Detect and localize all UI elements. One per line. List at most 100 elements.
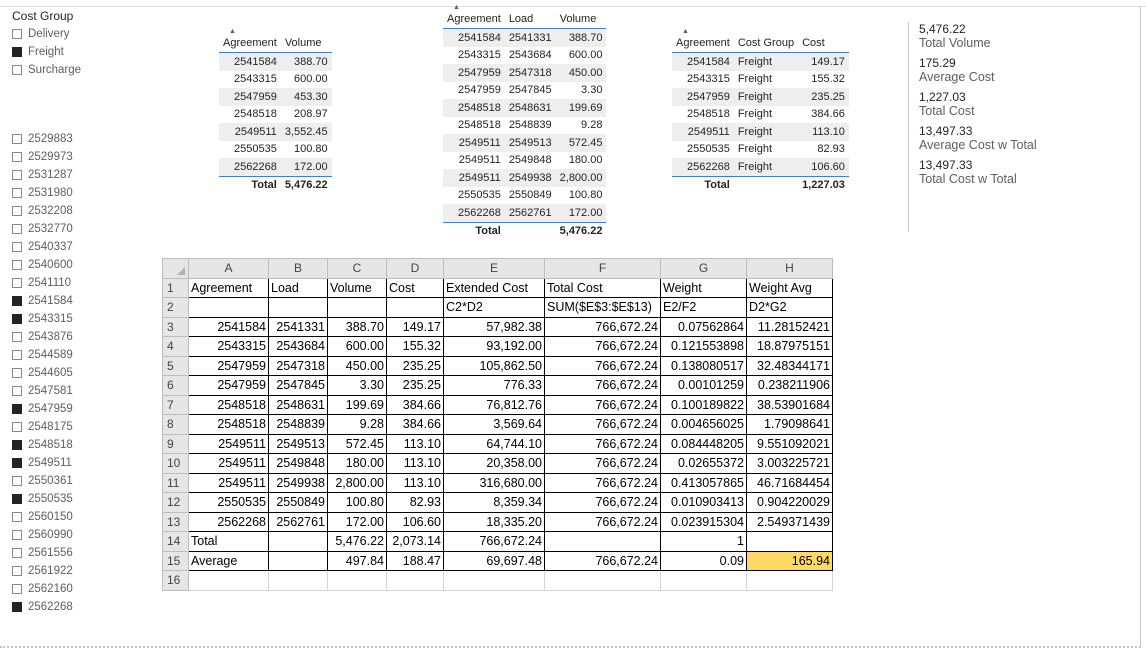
checkbox-checked-icon[interactable] <box>12 47 22 57</box>
sheet-cell[interactable]: 3.30 <box>327 375 387 396</box>
sheet-cell[interactable]: 776.33 <box>443 375 545 396</box>
sheet-cell[interactable]: 2549513 <box>268 433 328 454</box>
row-number-header[interactable]: 2 <box>162 297 189 318</box>
row-number-header[interactable]: 11 <box>162 472 189 493</box>
sheet-cell[interactable] <box>268 550 328 571</box>
sheet-cell[interactable]: 0.010903413 <box>660 492 747 513</box>
sort-ascending-icon[interactable]: ▲ <box>229 28 236 35</box>
sheet-cell[interactable]: 235.25 <box>386 355 444 376</box>
row-number-header[interactable]: 4 <box>162 336 189 357</box>
sheet-cell[interactable]: 199.69 <box>327 394 387 415</box>
sheet-cell[interactable]: 11.28152421 <box>746 316 833 337</box>
column-header[interactable]: Load <box>504 10 556 29</box>
checkbox-unchecked-icon[interactable] <box>12 65 22 75</box>
agreement-item-2532770[interactable]: 2532770 <box>12 220 152 238</box>
sheet-cell[interactable]: Total <box>188 531 269 552</box>
row-number-header[interactable]: 15 <box>162 550 189 571</box>
sheet-cell[interactable]: 2549848 <box>268 453 328 474</box>
column-letter-header[interactable]: E <box>443 258 545 279</box>
sheet-cell[interactable]: Agreement <box>188 277 269 298</box>
sheet-cell[interactable]: SUM($E$3:$E$13) <box>544 297 661 318</box>
sheet-cell[interactable]: 2562761 <box>268 511 328 532</box>
sheet-cell[interactable]: Volume <box>327 277 387 298</box>
column-letter-header[interactable]: G <box>660 258 747 279</box>
sheet-cell[interactable]: 46.71684454 <box>746 472 833 493</box>
row-number-header[interactable]: 9 <box>162 433 189 454</box>
sheet-cell[interactable]: 766,672.24 <box>544 414 661 435</box>
checkbox-unchecked-icon[interactable] <box>12 548 22 558</box>
checkbox-unchecked-icon[interactable] <box>12 422 22 432</box>
sheet-cell[interactable]: 76,812.76 <box>443 394 545 415</box>
sheet-cell[interactable]: 113.10 <box>386 453 444 474</box>
checkbox-unchecked-icon[interactable] <box>12 278 22 288</box>
sheet-cell[interactable]: 0.238211906 <box>746 375 833 396</box>
sheet-cell[interactable]: 600.00 <box>327 336 387 357</box>
sheet-cell[interactable]: 2,800.00 <box>327 472 387 493</box>
agreement-item-2543876[interactable]: 2543876 <box>12 328 152 346</box>
sheet-cell[interactable]: 2548839 <box>268 414 328 435</box>
column-letter-header[interactable]: B <box>268 258 328 279</box>
checkbox-checked-icon[interactable] <box>12 602 22 612</box>
column-letter-header[interactable]: D <box>386 258 444 279</box>
sheet-cell[interactable]: 57,982.38 <box>443 316 545 337</box>
sheet-cell[interactable]: 38.53901684 <box>746 394 833 415</box>
sheet-cell[interactable] <box>268 297 328 318</box>
column-letter-header[interactable]: C <box>327 258 387 279</box>
sheet-cell[interactable]: 384.66 <box>386 394 444 415</box>
agreement-item-2529973[interactable]: 2529973 <box>12 148 152 166</box>
sheet-cell[interactable]: 180.00 <box>327 453 387 474</box>
checkbox-unchecked-icon[interactable] <box>12 260 22 270</box>
sheet-cell[interactable]: 5,476.22 <box>327 531 387 552</box>
sheet-cell[interactable]: 9.551092021 <box>746 433 833 454</box>
cost-group-item-surcharge[interactable]: Surcharge <box>12 61 152 79</box>
checkbox-checked-icon[interactable] <box>12 494 22 504</box>
sheet-cell[interactable] <box>443 570 545 591</box>
agreement-item-2550361[interactable]: 2550361 <box>12 472 152 490</box>
sheet-cell[interactable]: Weight <box>660 277 747 298</box>
sheet-cell[interactable]: 572.45 <box>327 433 387 454</box>
sheet-cell[interactable]: 2550849 <box>268 492 328 513</box>
sheet-cell[interactable]: 93,192.00 <box>443 336 545 357</box>
sheet-cell[interactable]: 0.084448205 <box>660 433 747 454</box>
sheet-cell[interactable]: 18.87975151 <box>746 336 833 357</box>
sheet-cell[interactable]: 766,672.24 <box>544 433 661 454</box>
agreement-item-2562160[interactable]: 2562160 <box>12 580 152 598</box>
sheet-cell[interactable]: 64,744.10 <box>443 433 545 454</box>
sheet-cell[interactable]: 2.549371439 <box>746 511 833 532</box>
sheet-cell[interactable]: 32.48344171 <box>746 355 833 376</box>
sheet-cell[interactable]: 1.79098641 <box>746 414 833 435</box>
sheet-cell[interactable]: 2548631 <box>268 394 328 415</box>
sheet-cell[interactable]: 497.84 <box>327 550 387 571</box>
sheet-cell[interactable]: 2547959 <box>188 375 269 396</box>
sheet-cell[interactable]: 2541331 <box>268 316 328 337</box>
column-header[interactable]: Agreement ▲ <box>443 4 505 29</box>
checkbox-unchecked-icon[interactable] <box>12 242 22 252</box>
sheet-cell[interactable]: 113.10 <box>386 472 444 493</box>
agreement-item-2562268[interactable]: 2562268 <box>12 598 152 616</box>
sheet-cell[interactable]: 766,672.24 <box>544 316 661 337</box>
sheet-cell[interactable]: 766,672.24 <box>544 394 661 415</box>
agreement-item-2560990[interactable]: 2560990 <box>12 526 152 544</box>
cost-group-item-delivery[interactable]: Delivery <box>12 25 152 43</box>
agreement-item-2548518[interactable]: 2548518 <box>12 436 152 454</box>
sheet-cell[interactable]: 20,358.00 <box>443 453 545 474</box>
checkbox-unchecked-icon[interactable] <box>12 476 22 486</box>
sheet-cell[interactable]: 69,697.48 <box>443 550 545 571</box>
sheet-cell[interactable]: 82.93 <box>386 492 444 513</box>
sheet-cell[interactable]: Cost <box>386 277 444 298</box>
checkbox-unchecked-icon[interactable] <box>12 188 22 198</box>
row-number-header[interactable]: 10 <box>162 453 189 474</box>
sheet-cell[interactable]: 388.70 <box>327 316 387 337</box>
sheet-cell[interactable]: 384.66 <box>386 414 444 435</box>
select-all-corner[interactable] <box>162 258 189 279</box>
agreement-item-2531980[interactable]: 2531980 <box>12 184 152 202</box>
sheet-cell[interactable] <box>188 297 269 318</box>
column-header[interactable]: Agreement ▲ <box>672 28 734 53</box>
column-letter-header[interactable]: H <box>746 258 833 279</box>
checkbox-checked-icon[interactable] <box>12 296 22 306</box>
sheet-cell[interactable] <box>188 570 269 591</box>
sheet-cell[interactable]: Weight Avg <box>746 277 833 298</box>
sheet-cell[interactable]: 2549511 <box>188 433 269 454</box>
checkbox-checked-icon[interactable] <box>12 404 22 414</box>
row-number-header[interactable]: 6 <box>162 375 189 396</box>
